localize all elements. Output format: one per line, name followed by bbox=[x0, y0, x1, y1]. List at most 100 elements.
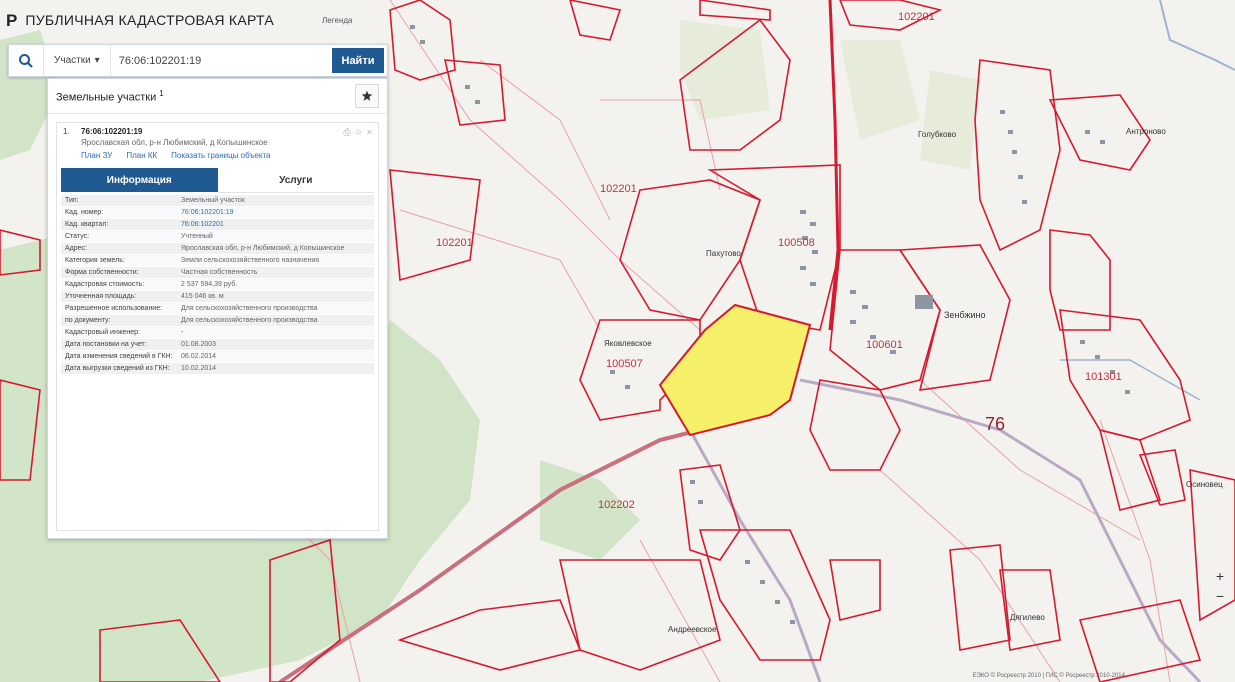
info-label: Категория земель: bbox=[65, 257, 125, 264]
search-icon[interactable] bbox=[9, 45, 43, 76]
info-value: 2 537 594,39 руб. bbox=[181, 281, 238, 288]
info-value: Земельный участок bbox=[181, 197, 245, 204]
chevron-down-icon: ▾ bbox=[94, 55, 100, 66]
result-item-number: 1. bbox=[63, 127, 70, 136]
info-label: Разрешенное использование: bbox=[65, 305, 163, 312]
search-bar: Участки ▾ Найти bbox=[8, 44, 388, 77]
info-row: Кадастровая стоимость: 2 537 594,39 руб. bbox=[61, 279, 374, 291]
info-value: 01.08.2003 bbox=[181, 341, 217, 348]
zoom-in-button[interactable]: + bbox=[1211, 568, 1229, 584]
info-row: Статус: Учтенный bbox=[61, 231, 374, 243]
result-item-body: 76:06:102201:19 Ярославская обл, р-н Люб… bbox=[81, 127, 343, 160]
tab-services[interactable]: Услуги bbox=[217, 168, 374, 193]
info-row: Тип: Земельный участок bbox=[61, 195, 374, 207]
quarter-label: 102201 bbox=[600, 183, 637, 195]
info-value: Частная собственность bbox=[181, 269, 258, 276]
info-value: Для сельскохозяйственного производства bbox=[181, 317, 318, 324]
star-icon-glyph bbox=[361, 90, 373, 101]
close-icon[interactable]: × bbox=[367, 127, 372, 160]
quarter-label: 101301 bbox=[1085, 371, 1122, 383]
region-label: 76 bbox=[985, 414, 1005, 434]
place-label: Голубково bbox=[918, 130, 957, 139]
header: Р ПУБЛИЧНАЯ КАДАСТРОВАЯ КАРТА Легенда bbox=[0, 8, 352, 32]
result-item: 1. 76:06:102201:19 Ярославская обл, р-н … bbox=[56, 122, 379, 531]
info-label: Дата постановки на учет: bbox=[65, 341, 147, 348]
info-row: Категория земель: Земли сельскохозяйствен… bbox=[61, 255, 374, 267]
legend-link[interactable]: Легенда bbox=[322, 16, 352, 25]
info-row: Кадастровый инженер: - bbox=[61, 327, 374, 339]
place-label: Осиновец bbox=[1186, 480, 1223, 489]
zoom-out-button[interactable]: − bbox=[1211, 588, 1229, 604]
search-input[interactable] bbox=[110, 47, 332, 74]
place-label: Дягилево bbox=[1010, 613, 1045, 622]
result-item-header: 1. 76:06:102201:19 Ярославская обл, р-н … bbox=[57, 127, 378, 160]
quarter-plan-link[interactable]: План КК bbox=[126, 151, 157, 160]
info-label: Кад. номер: bbox=[65, 209, 104, 216]
quarter-label: 102201 bbox=[898, 11, 935, 23]
result-tabs: Информация Услуги bbox=[61, 168, 374, 193]
info-value: - bbox=[181, 329, 184, 336]
info-row: Адрес: Ярославская обл, р-н Любимский, д … bbox=[61, 243, 374, 255]
info-label: Статус: bbox=[65, 233, 90, 240]
quarter-label: 100507 bbox=[606, 358, 643, 370]
info-label: Адрес: bbox=[65, 245, 87, 252]
info-label: по документу: bbox=[65, 317, 111, 324]
quarter-label: 102201 bbox=[436, 237, 473, 249]
info-value: Для сельскохозяйственного производства bbox=[181, 305, 318, 312]
place-label: Яковлевское bbox=[604, 339, 652, 348]
info-label: Уточненная площадь: bbox=[65, 293, 137, 300]
info-value-link[interactable]: 76:06:102201 bbox=[177, 219, 374, 230]
result-links: План ЗУ План КК Показать границы объекта bbox=[81, 151, 343, 160]
info-value-link[interactable]: 76:06:102201:19 bbox=[177, 207, 374, 218]
results-title: Земельные участки 1 bbox=[56, 89, 164, 104]
show-boundaries-link[interactable]: Показать границы объекта bbox=[171, 151, 270, 160]
search-type-select[interactable]: Участки ▾ bbox=[43, 45, 111, 76]
zoom-controls: + − bbox=[1211, 568, 1229, 604]
info-value: Учтенный bbox=[181, 233, 213, 240]
info-value: 415 046 кв. м bbox=[181, 293, 224, 300]
info-value: Ярославская обл, р-н Любимский, д Копыши… bbox=[181, 245, 345, 252]
star-icon[interactable] bbox=[355, 84, 379, 108]
quarter-label: 102202 bbox=[598, 499, 635, 511]
place-label: Зенбжино bbox=[944, 310, 986, 320]
quarter-label: 100508 bbox=[778, 237, 815, 249]
star-icon[interactable]: ☆ bbox=[355, 127, 363, 160]
info-row: Уточненная площадь: 415 046 кв. м bbox=[61, 291, 374, 303]
parcel-plan-link[interactable]: План ЗУ bbox=[81, 151, 112, 160]
tab-info[interactable]: Информация bbox=[61, 168, 218, 192]
place-label: Андреевское bbox=[668, 625, 717, 634]
info-row: Дата выгрузки сведений из ГКН: 10.02.2014 bbox=[61, 363, 374, 375]
rosreestr-logo[interactable]: Р bbox=[6, 12, 17, 29]
place-label: Антроново bbox=[1126, 127, 1166, 136]
info-row: Кад. номер: 76:06:102201:19 bbox=[61, 207, 374, 219]
info-value: Земли сельскохозяйственного назначения bbox=[181, 257, 320, 264]
results-panel: Земельные участки 1 1. 76:06:102201:19 Я… bbox=[47, 78, 388, 539]
info-label: Кадастровый инженер: bbox=[65, 329, 140, 336]
result-address: Ярославская обл, р-н Любимский, д Копыши… bbox=[81, 138, 268, 147]
info-label: Дата выгрузки сведений из ГКН: bbox=[65, 365, 170, 372]
results-title-text: Земельные участки bbox=[56, 91, 157, 104]
search-type-label: Участки bbox=[54, 55, 91, 66]
info-label: Тип: bbox=[65, 197, 79, 204]
info-row: Дата постановки на учет: 01.08.2003 bbox=[61, 339, 374, 351]
search-icon-glyph bbox=[19, 53, 33, 68]
info-label: Дата изменения сведений в ГКН: bbox=[65, 353, 173, 360]
search-button[interactable]: Найти bbox=[332, 48, 384, 73]
print-icon[interactable]: ⎙ bbox=[343, 127, 350, 160]
info-row: Дата изменения сведений в ГКН: 06.02.2014 bbox=[61, 351, 374, 363]
info-table: Тип: Земельный участок Кад. номер: 76:06:1… bbox=[61, 195, 374, 375]
info-value: 06.02.2014 bbox=[181, 353, 217, 360]
result-cadastral-number[interactable]: 76:06:102201:19 bbox=[81, 127, 343, 136]
results-header: Земельные участки 1 bbox=[48, 79, 387, 114]
info-label: Форма собственности: bbox=[65, 269, 139, 276]
result-actions: ⎙ ☆ × bbox=[343, 127, 372, 160]
app-title: ПУБЛИЧНАЯ КАДАСТРОВАЯ КАРТА bbox=[25, 12, 275, 28]
quarter-label: 100601 bbox=[866, 339, 903, 351]
info-row: по документу: Для сельскохозяйственного п… bbox=[61, 315, 374, 327]
info-row: Форма собственности: Частная собственност… bbox=[61, 267, 374, 279]
info-label: Кадастровая стоимость: bbox=[65, 281, 145, 288]
map-attribution: ЕЭКО © Росреестр 2010 | ГИС © Росреестр … bbox=[972, 673, 1125, 679]
info-row: Кад. квартал: 76:06:102201 bbox=[61, 219, 374, 231]
results-count: 1 bbox=[159, 88, 164, 98]
info-value: 10.02.2014 bbox=[181, 365, 217, 372]
